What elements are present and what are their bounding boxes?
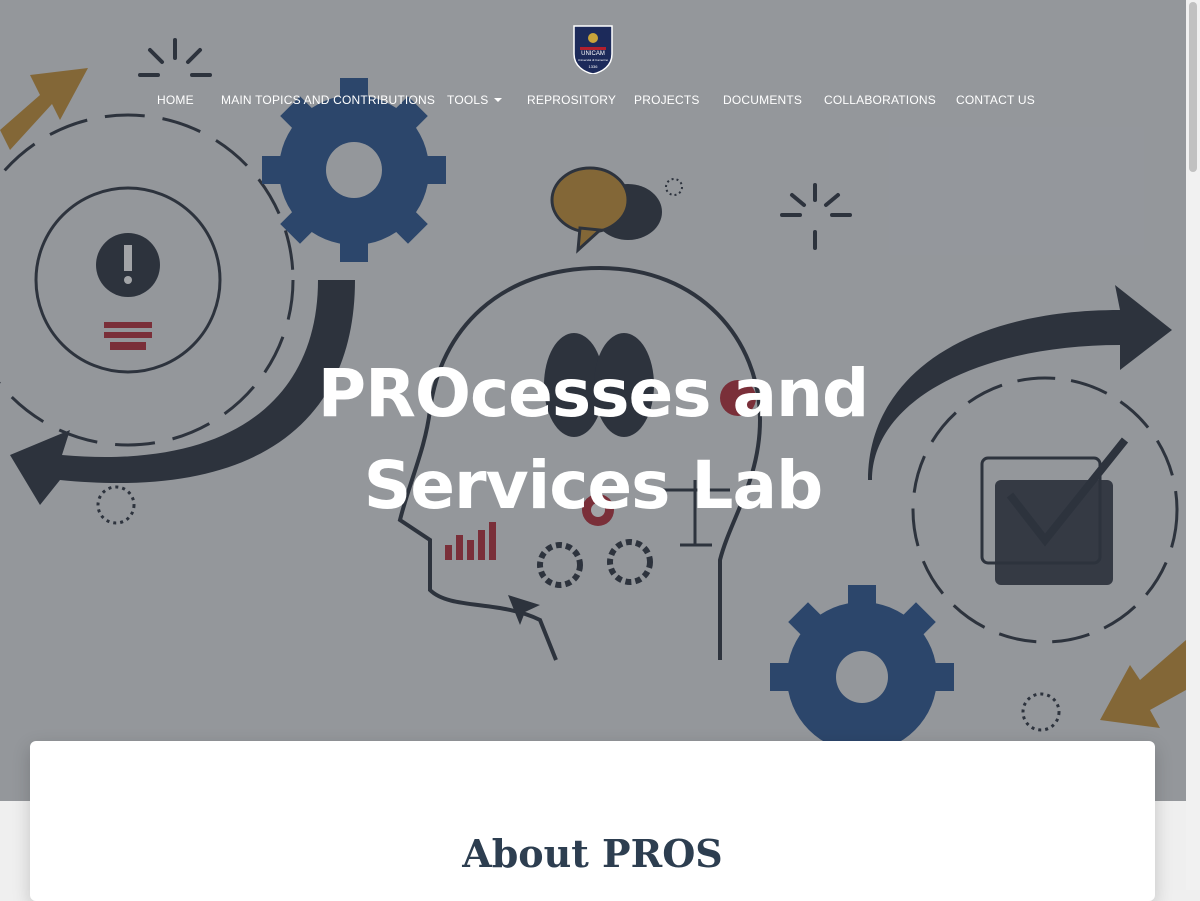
hero-banner: UNICAM Università di Camerino 1336 HOME … — [0, 0, 1186, 801]
nav-tools-label: TOOLS — [447, 93, 489, 107]
nav-projects[interactable]: PROJECTS — [634, 93, 700, 107]
about-section-card: About PROS — [30, 741, 1155, 901]
svg-text:UNICAM: UNICAM — [581, 51, 605, 57]
about-title: About PROS — [462, 831, 723, 876]
nav-collaborations[interactable]: COLLABORATIONS — [824, 93, 936, 107]
svg-text:Università di Camerino: Università di Camerino — [578, 58, 609, 62]
nav-tools[interactable]: TOOLS — [447, 93, 503, 107]
nav-repository[interactable]: REPROSITORY — [527, 93, 616, 107]
hero-title-line1: PROcesses and — [317, 355, 870, 432]
nav-contact-us[interactable]: CONTACT US — [956, 93, 1035, 107]
chevron-down-icon — [494, 97, 503, 102]
main-nav: HOME MAIN TOPICS AND CONTRIBUTIONS TOOLS… — [0, 88, 1186, 112]
svg-text:1336: 1336 — [589, 64, 599, 69]
page-scrollbar[interactable] — [1186, 0, 1200, 890]
hero-title-line2: Services Lab — [363, 447, 823, 524]
scrollbar-thumb[interactable] — [1189, 2, 1197, 172]
hero-title: PROcesses and Services Lab — [293, 348, 893, 532]
nav-main-topics[interactable]: MAIN TOPICS AND CONTRIBUTIONS — [221, 93, 435, 107]
nav-home[interactable]: HOME — [157, 93, 194, 107]
unicam-logo[interactable]: UNICAM Università di Camerino 1336 — [572, 24, 614, 74]
nav-documents[interactable]: DOCUMENTS — [723, 93, 802, 107]
